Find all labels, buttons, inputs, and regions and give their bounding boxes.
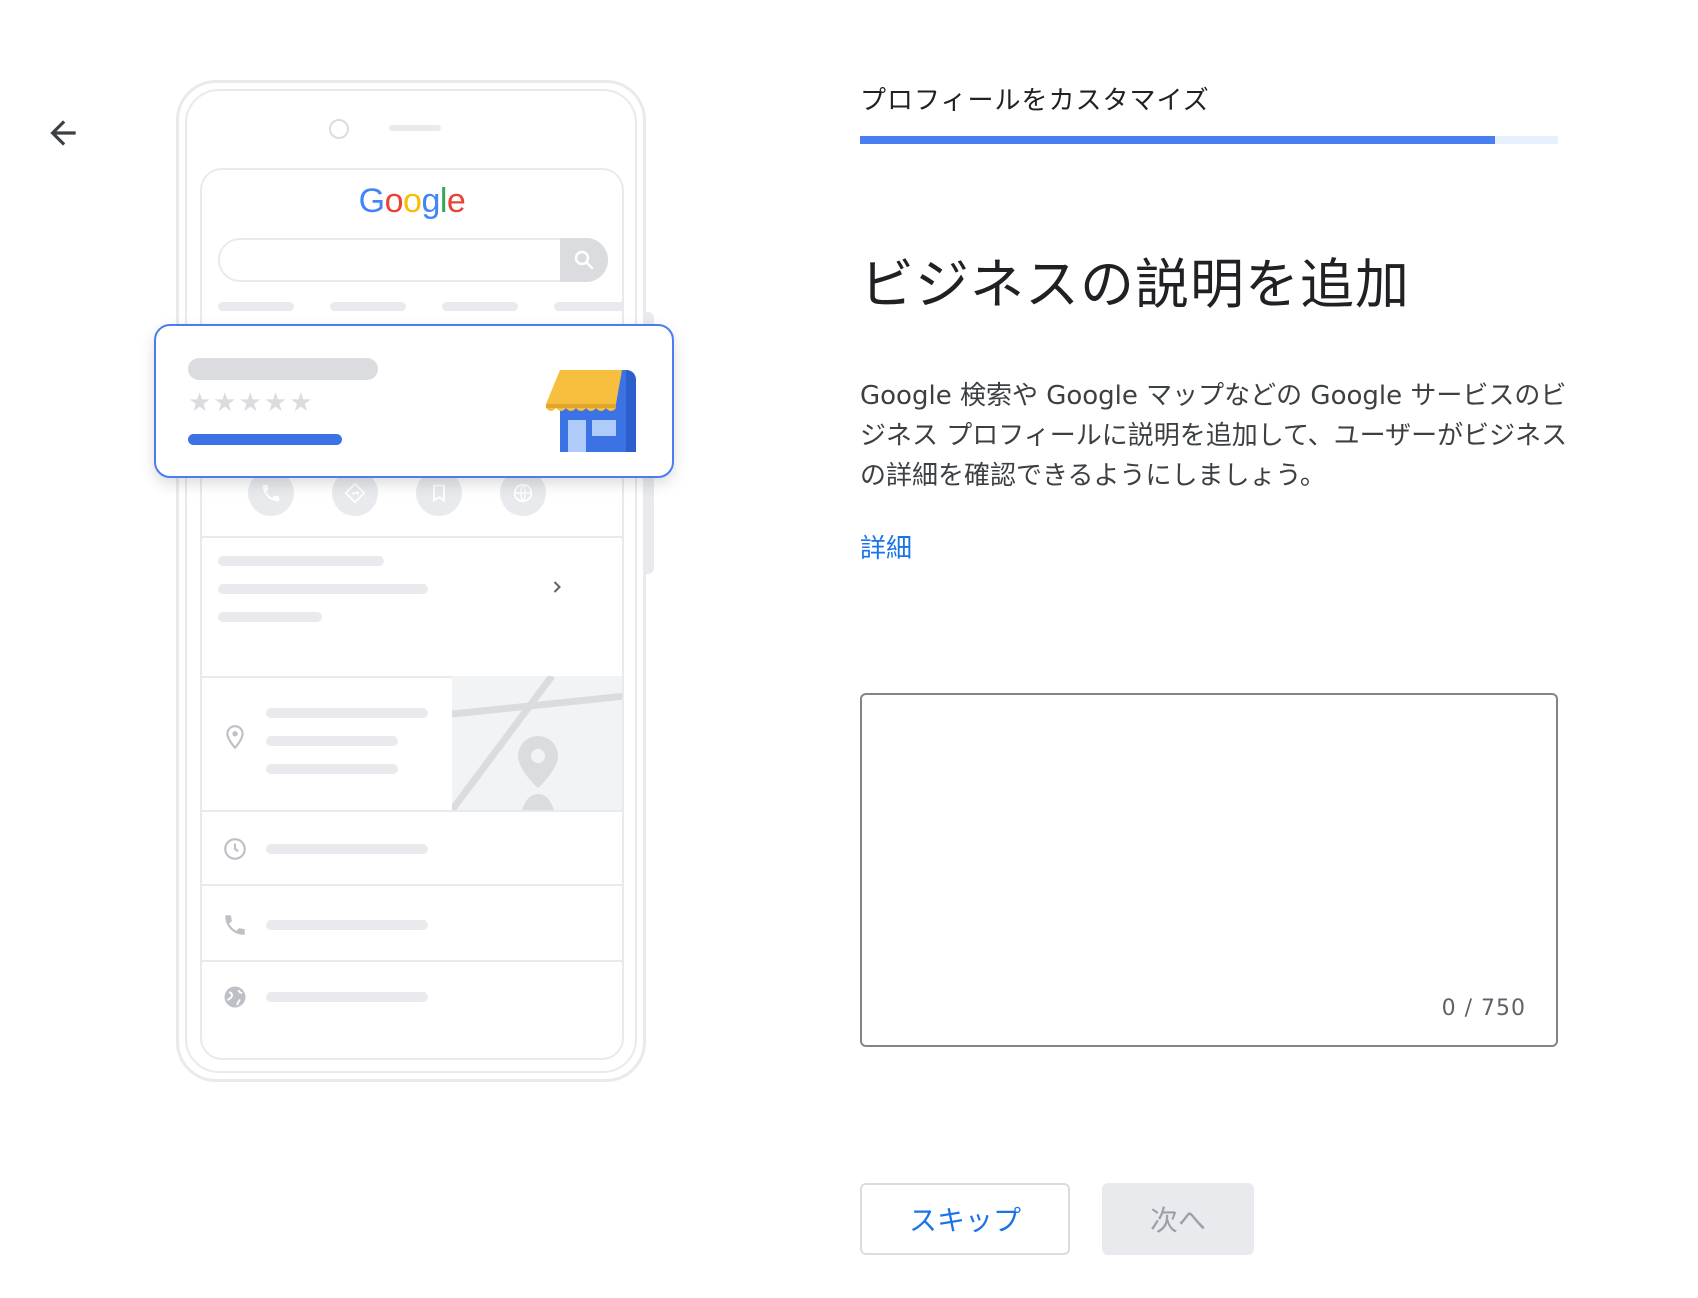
phone-illustration: Google ★★★★★ (150, 78, 680, 1088)
phone-speaker (389, 125, 441, 131)
progress-bar-fill (860, 136, 1496, 144)
globe-icon (513, 483, 533, 503)
business-description-input[interactable] (862, 695, 1556, 1045)
arrow-back-icon (50, 120, 76, 146)
mock-search-button (560, 238, 608, 282)
mock-tab (330, 302, 406, 311)
mock-search-bar (218, 238, 608, 282)
phone-screen: Google (200, 168, 624, 1060)
mock-business-info-bar (188, 434, 342, 445)
mock-business-name (188, 358, 378, 380)
google-logo-letter: o (403, 182, 422, 220)
character-counter: 0 / 750 (1441, 996, 1526, 1021)
map-icon (452, 676, 622, 810)
search-icon (574, 250, 594, 270)
business-description-field[interactable]: 0 / 750 (860, 693, 1558, 1047)
google-logo-letter: o (384, 182, 404, 220)
google-logo-letter: g (421, 182, 440, 220)
google-logo-letter: e (446, 182, 466, 220)
bookmark-icon (433, 484, 445, 503)
back-button[interactable] (38, 108, 88, 158)
next-button[interactable]: 次へ (1102, 1183, 1254, 1255)
clock-icon (220, 834, 250, 864)
location-pin-icon (220, 722, 250, 752)
phone-icon (220, 910, 250, 940)
phone-icon (262, 484, 280, 502)
google-logo-letter: G (358, 182, 385, 220)
rating-stars: ★★★★★ (188, 388, 315, 418)
skip-button[interactable]: スキップ (860, 1183, 1070, 1255)
page-description: Google 検索や Google マップなどの Google サービスのビジネ… (860, 381, 1568, 491)
page-title: ビジネスの説明を追加 (860, 253, 1410, 316)
chevron-right-icon (542, 572, 572, 602)
mock-map-thumbnail (452, 676, 622, 810)
mock-tab (218, 302, 294, 311)
step-title: プロフィールをカスタマイズ (860, 86, 1210, 116)
google-logo: Google (202, 182, 622, 221)
mock-tab (442, 302, 518, 311)
google-logo-letter: l (439, 182, 448, 220)
business-profile-card: ★★★★★ (154, 324, 674, 478)
storefront-icon (546, 370, 636, 452)
globe-icon (220, 982, 250, 1012)
directions-icon (344, 482, 366, 504)
learn-more-link[interactable]: 詳細 (860, 528, 912, 565)
progress-bar (860, 136, 1558, 144)
phone-camera (329, 119, 349, 139)
mock-tab (554, 302, 622, 311)
